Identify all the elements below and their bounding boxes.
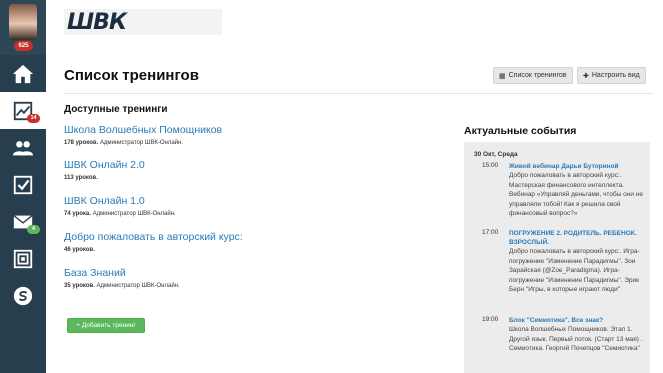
home-icon (12, 64, 34, 83)
training-meta: 46 уроков. (64, 247, 243, 253)
grid-icon: ▦ (499, 72, 506, 80)
training-meta: 113 уроков. (64, 175, 145, 181)
training-admin: Администратор ШВК-Онлайн. (99, 140, 183, 146)
logo[interactable]: ШВК (64, 9, 222, 35)
training-lessons: 178 уроков. (64, 140, 99, 146)
training-item: ШВК Онлайн 2.0 113 уроков. (64, 159, 145, 181)
training-item: Добро пожаловать в авторский курс: 46 ур… (64, 231, 243, 253)
training-list-button-label: Список тренингов (508, 72, 567, 79)
sidebar-item-home[interactable] (0, 55, 46, 92)
training-list-button[interactable]: ▦ Список тренингов (493, 67, 573, 84)
sidebar-item-archive[interactable] (0, 240, 46, 277)
events-panel: 30 Окт, Среда 15:00 Живой вебинар Дарьи … (464, 142, 650, 373)
sidebar-item-tasks[interactable] (0, 166, 46, 203)
event-description: Добро пожаловать в авторский курс:. Маст… (509, 172, 644, 217)
events-date: 30 Окт, Среда (474, 151, 518, 158)
sidebar-item-trainings[interactable]: 14 (0, 92, 46, 129)
sidebar-item-messages[interactable]: 4 (0, 203, 46, 240)
training-title-link[interactable]: Школа Волшебных Помощников (64, 124, 222, 136)
event-time: 19:00 (482, 316, 499, 323)
training-meta: 35 уроков. Администратор ШВК-Онлайн. (64, 283, 180, 289)
add-training-button[interactable]: + Добавить тренинг (67, 318, 145, 333)
training-title-link[interactable]: Добро пожаловать в авторский курс: (64, 231, 243, 243)
trainings-badge: 14 (27, 114, 40, 123)
training-lessons: 74 урока. (64, 211, 91, 217)
users-icon (12, 140, 34, 155)
customize-view-button[interactable]: ✚ Настроить вид (577, 67, 646, 84)
logo-text: ШВК (67, 9, 127, 35)
available-trainings-title: Доступные тренинги (64, 104, 168, 115)
event-body: Живой вебинар Дарьи Буториной Добро пожа… (509, 162, 647, 219)
training-lessons: 35 уроков. (64, 283, 95, 289)
event-title-link[interactable]: ПОГРУЖЕНИЕ 2. РОДИТЕЛЬ. РЕБЕНОК. ВЗРОСЛЫ… (509, 229, 647, 247)
training-admin: Администратор ШВК-Онлайн. (96, 283, 180, 289)
event-time: 17:00 (482, 229, 499, 236)
sidebar-item-skype[interactable] (0, 277, 46, 314)
training-title-link[interactable]: База Знаний (64, 267, 180, 279)
training-admin: Администратор ШВК-Онлайн. (92, 211, 176, 217)
training-item: ШВК Онлайн 1.0 74 урока. Администратор Ш… (64, 195, 176, 217)
event-body: ПОГРУЖЕНИЕ 2. РОДИТЕЛЬ. РЕБЕНОК. ВЗРОСЛЫ… (509, 229, 647, 295)
event-time: 15:00 (482, 162, 499, 169)
training-meta: 178 уроков. Администратор ШВК-Онлайн. (64, 140, 222, 146)
sidebar: 625 14 4 (0, 0, 46, 373)
header-divider (64, 93, 653, 94)
event-description: Школа Волшебных Помощников. Этап 1. Друг… (509, 326, 643, 352)
page-title: Список тренингов (64, 67, 199, 84)
event-title-link[interactable]: Блок "Семиотика". Все знак? (509, 316, 647, 325)
customize-view-button-label: Настроить вид (591, 72, 640, 79)
training-title-link[interactable]: ШВК Онлайн 1.0 (64, 195, 176, 207)
sidebar-item-users[interactable] (0, 129, 46, 166)
training-lessons: 113 уроков. (64, 175, 98, 181)
messages-badge: 4 (27, 225, 40, 234)
training-item: Школа Волшебных Помощников 178 уроков. А… (64, 124, 222, 146)
training-lessons: 46 уроков. (64, 247, 95, 253)
archive-icon (13, 249, 33, 268)
training-title-link[interactable]: ШВК Онлайн 2.0 (64, 159, 145, 171)
training-item: База Знаний 35 уроков. Администратор ШВК… (64, 267, 180, 289)
training-meta: 74 урока. Администратор ШВК-Онлайн. (64, 211, 176, 217)
checkbox-icon (13, 175, 33, 194)
event-title-link[interactable]: Живой вебинар Дарьи Буториной (509, 162, 647, 171)
event-body: Блок "Семиотика". Все знак? Школа Волшеб… (509, 316, 647, 354)
profile-area[interactable]: 625 (0, 0, 46, 55)
events-title: Актуальные события (464, 125, 577, 137)
notification-count-badge: 625 (14, 41, 33, 51)
skype-icon (13, 286, 33, 305)
event-description: Добро пожаловать в авторский курс:. Игра… (509, 248, 640, 293)
main-content: ШВК Список тренингов ▦ Список тренингов … (46, 0, 663, 373)
avatar[interactable] (9, 4, 37, 40)
puzzle-icon: ✚ (583, 72, 589, 80)
